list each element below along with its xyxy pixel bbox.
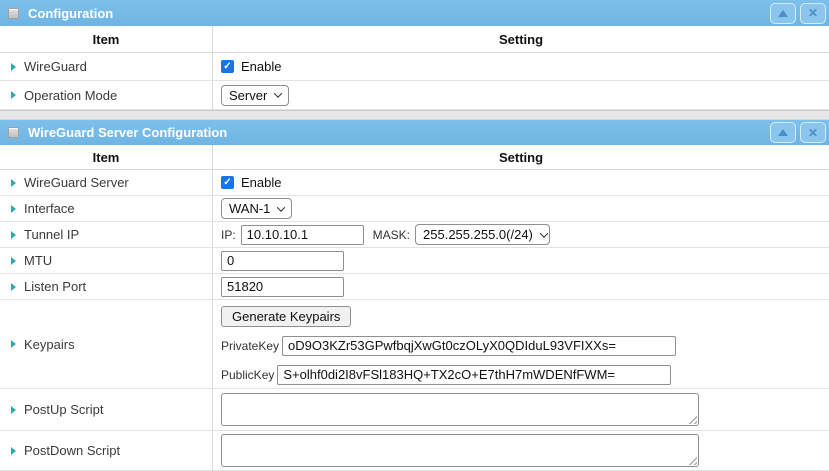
collapse-arrow-icon	[778, 10, 788, 17]
postup-script-textarea[interactable]	[221, 393, 699, 426]
privatekey-input[interactable]	[282, 336, 676, 356]
mask-select[interactable]: 255.255.255.0(/24)	[415, 224, 550, 245]
bullet-arrow-icon	[11, 205, 16, 213]
listen-port-input[interactable]	[221, 277, 344, 297]
close-icon: ✕	[808, 7, 818, 19]
chevron-down-icon	[274, 89, 282, 97]
column-header-item: Item	[0, 145, 213, 169]
table-row-mtu: MTU	[0, 248, 829, 274]
close-button[interactable]: ✕	[800, 3, 826, 24]
server-enable-label: Enable	[241, 175, 281, 190]
keypairs-label: Keypairs	[24, 337, 75, 352]
bullet-arrow-icon	[11, 283, 16, 291]
bullet-arrow-icon	[11, 91, 16, 99]
table-row-wireguard-server: WireGuard Server ✓ Enable	[0, 170, 829, 196]
close-icon: ✕	[808, 127, 818, 139]
wireguard-server-label: WireGuard Server	[24, 175, 129, 190]
table-row-tunnel-ip: Tunnel IP IP: MASK: 255.255.255.0(/24)	[0, 222, 829, 248]
collapse-button[interactable]	[770, 122, 796, 143]
operation-mode-label: Operation Mode	[24, 88, 117, 103]
interface-select[interactable]: WAN-1	[221, 198, 292, 219]
publickey-label: PublicKey	[221, 368, 274, 382]
table-row-postup-script: PostUp Script	[0, 389, 829, 431]
mtu-input[interactable]	[221, 251, 344, 271]
column-header-setting: Setting	[213, 145, 829, 169]
table-header-row: Item Setting	[0, 145, 829, 170]
interface-value: WAN-1	[229, 201, 270, 216]
wireguard-enable-label: Enable	[241, 59, 281, 74]
generate-keypairs-button[interactable]: Generate Keypairs	[221, 306, 351, 327]
configuration-panel-title: Configuration	[28, 6, 113, 21]
table-header-row: Item Setting	[0, 26, 829, 53]
mask-value: 255.255.255.0(/24)	[423, 227, 533, 242]
bullet-arrow-icon	[11, 340, 16, 348]
operation-mode-value: Server	[229, 88, 267, 103]
bullet-arrow-icon	[11, 447, 16, 455]
collapse-arrow-icon	[778, 129, 788, 136]
panel-square-icon	[8, 8, 19, 19]
server-panel-header: WireGuard Server Configuration ✕	[0, 120, 829, 145]
chevron-down-icon	[277, 203, 285, 211]
table-row-keypairs: Keypairs Generate Keypairs PrivateKey Pu…	[0, 300, 829, 389]
column-header-item: Item	[0, 26, 213, 52]
header-buttons: ✕	[770, 122, 826, 143]
bullet-arrow-icon	[11, 179, 16, 187]
publickey-input[interactable]	[277, 365, 671, 385]
header-buttons: ✕	[770, 3, 826, 24]
panel-divider	[0, 110, 829, 120]
mask-field-label: MASK:	[373, 228, 410, 242]
postdown-script-textarea[interactable]	[221, 434, 699, 467]
table-row-listen-port: Listen Port	[0, 274, 829, 300]
server-panel-title: WireGuard Server Configuration	[28, 125, 227, 140]
bullet-arrow-icon	[11, 406, 16, 414]
wireguard-enable-checkbox[interactable]: ✓	[221, 60, 234, 73]
table-row-operation-mode: Operation Mode Server	[0, 81, 829, 110]
bullet-arrow-icon	[11, 231, 16, 239]
table-row-interface: Interface WAN-1	[0, 196, 829, 222]
collapse-button[interactable]	[770, 3, 796, 24]
interface-label: Interface	[24, 201, 75, 216]
tunnel-ip-label: Tunnel IP	[24, 227, 79, 242]
check-icon: ✓	[223, 178, 231, 188]
operation-mode-select[interactable]: Server	[221, 85, 289, 106]
panel-square-icon	[8, 127, 19, 138]
configuration-panel-header: Configuration ✕	[0, 0, 829, 26]
chevron-down-icon	[540, 229, 548, 237]
postdown-script-label: PostDown Script	[24, 443, 120, 458]
bullet-arrow-icon	[11, 257, 16, 265]
check-icon: ✓	[223, 62, 231, 72]
bullet-arrow-icon	[11, 63, 16, 71]
configuration-panel: Configuration ✕ Item Setting WireGuard ✓…	[0, 0, 829, 110]
wireguard-server-panel: WireGuard Server Configuration ✕ Item Se…	[0, 120, 829, 471]
ip-field-label: IP:	[221, 228, 236, 242]
table-row-postdown-script: PostDown Script	[0, 431, 829, 471]
column-header-setting: Setting	[213, 26, 829, 52]
mtu-label: MTU	[24, 253, 52, 268]
postup-script-label: PostUp Script	[24, 402, 103, 417]
table-row-wireguard: WireGuard ✓ Enable	[0, 53, 829, 81]
tunnel-ip-input[interactable]	[241, 225, 364, 245]
privatekey-label: PrivateKey	[221, 339, 279, 353]
wireguard-label: WireGuard	[24, 59, 87, 74]
close-button[interactable]: ✕	[800, 122, 826, 143]
server-enable-checkbox[interactable]: ✓	[221, 176, 234, 189]
listen-port-label: Listen Port	[24, 279, 86, 294]
